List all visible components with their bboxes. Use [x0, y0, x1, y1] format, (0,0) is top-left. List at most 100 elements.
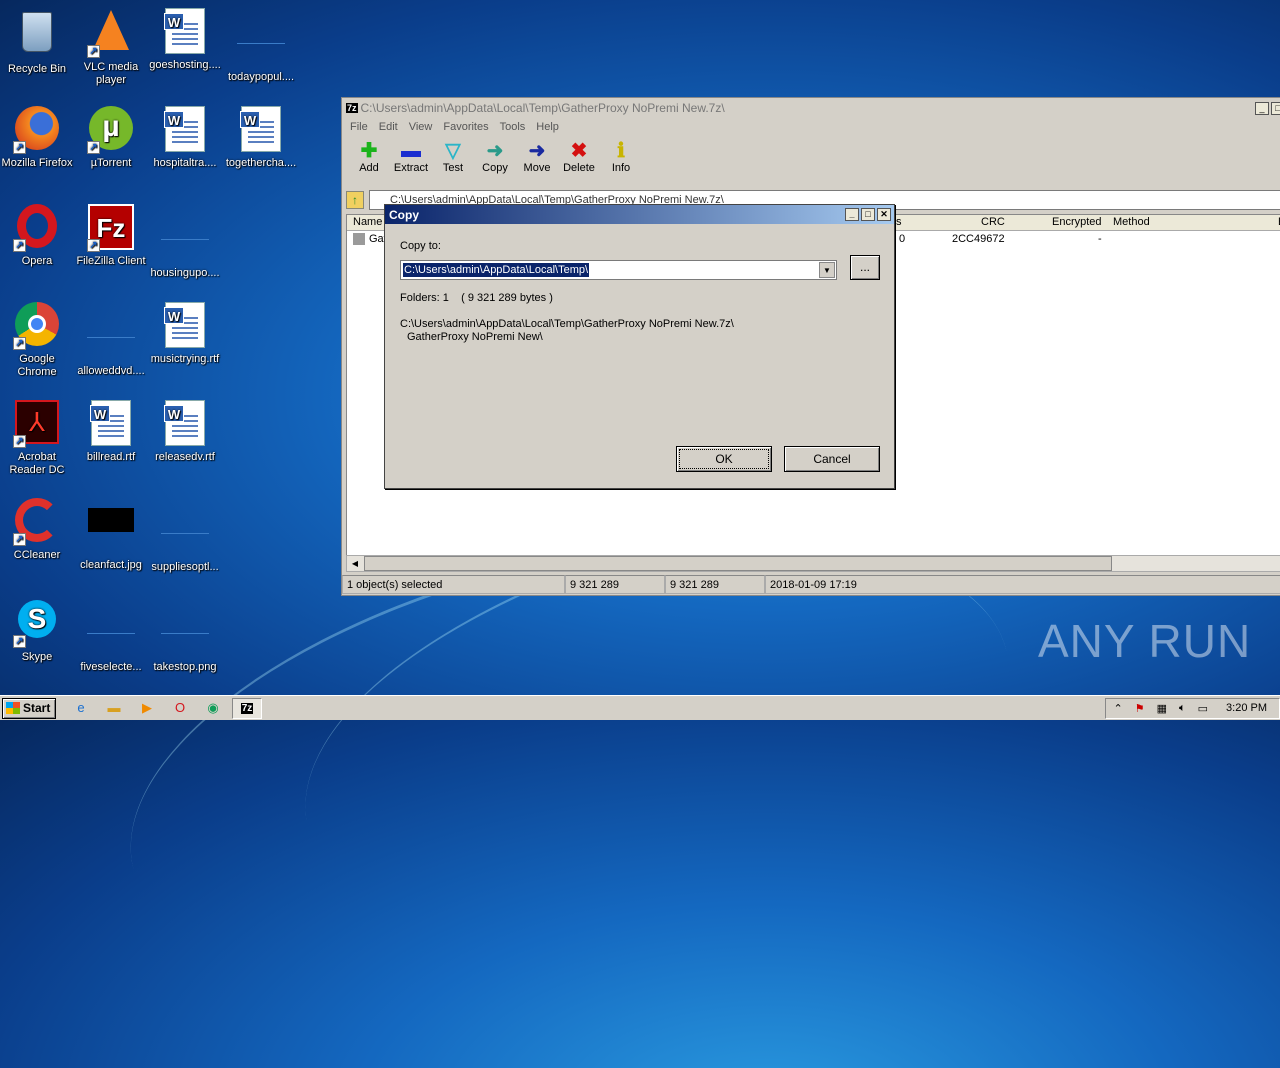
word-doc-icon: W	[161, 106, 209, 154]
desktop-icon-recycle-bin[interactable]: Recycle Bin	[0, 8, 74, 76]
desktop-icon-alloweddvd[interactable]: alloweddvd....	[74, 302, 148, 378]
col-name[interactable]: Name	[353, 216, 382, 228]
blank-file-icon	[87, 314, 135, 362]
desktop-icon-label: Opera	[21, 255, 53, 267]
desktop-icon-ccleaner[interactable]: ↗ CCleaner	[0, 498, 74, 562]
info-button[interactable]: ℹ Info	[600, 136, 642, 180]
col-crc[interactable]: CRC	[981, 216, 1005, 228]
desktop-icon-acrobat[interactable]: ⅄ ↗ Acrobat Reader DC	[0, 400, 74, 477]
ie-icon[interactable]: e	[70, 698, 92, 718]
chrome-icon: ↗	[13, 302, 61, 350]
copy-dialog: Copy _ □ ✕ Copy to: C:\Users\admin\AppDa…	[384, 204, 895, 489]
ccleaner-icon: ↗	[13, 498, 61, 546]
menu-file[interactable]: File	[350, 121, 368, 133]
desktop-icon-label: Google Chrome	[17, 353, 57, 378]
vlc-icon: ↗	[87, 10, 135, 58]
extract-button[interactable]: ▬ Extract	[390, 136, 432, 180]
cancel-button[interactable]: Cancel	[784, 446, 880, 472]
tray-expand-icon[interactable]: ⌃	[1114, 702, 1123, 715]
add-button[interactable]: ✚ Add	[348, 136, 390, 180]
word-doc-icon: W	[87, 400, 135, 448]
opera-taskbar-icon[interactable]: O	[169, 698, 191, 718]
col-size[interactable]: s	[896, 216, 902, 228]
desktop-icon-label: billread.rtf	[86, 451, 136, 463]
chevron-down-icon[interactable]: ▼	[819, 262, 835, 278]
col-method[interactable]: Method	[1113, 216, 1150, 228]
scroll-thumb[interactable]	[364, 556, 1112, 571]
copy-button[interactable]: ➜ Copy	[474, 136, 516, 180]
start-button[interactable]: Start	[2, 697, 56, 719]
tray-monitor-icon[interactable]: ▭	[1198, 702, 1208, 715]
destination-path[interactable]: C:\Users\admin\AppData\Local\Temp\	[403, 263, 590, 277]
move-button[interactable]: ➜ Move	[516, 136, 558, 180]
status-selected: 1 object(s) selected	[342, 575, 565, 594]
desktop-icon-label: todaypopul....	[227, 71, 295, 83]
folders-summary: Folders: 1 ( 9 321 289 bytes )	[400, 292, 553, 304]
desktop-icon-firefox[interactable]: ↗ Mozilla Firefox	[0, 106, 74, 170]
desktop-icon-todaypopul[interactable]: todaypopul....	[224, 8, 298, 84]
copy-to-label: Copy to:	[400, 240, 441, 252]
tray-network-icon[interactable]: ▦	[1157, 702, 1167, 715]
desktop-icon-togethercha[interactable]: W togethercha....	[224, 106, 298, 170]
source-path-line2: GatherProxy NoPremi New\	[407, 331, 543, 343]
dialog-minimize-button[interactable]: _	[845, 208, 859, 221]
menu-favorites[interactable]: Favorites	[443, 121, 488, 133]
status-bar: 1 object(s) selected 9 321 289 9 321 289…	[342, 575, 1280, 595]
up-folder-icon[interactable]: ↑	[346, 191, 364, 209]
desktop-icon-fiveselecte[interactable]: fiveselecte...	[74, 598, 148, 674]
desktop-icon-utorrent[interactable]: µ ↗ µTorrent	[74, 106, 148, 170]
explorer-icon[interactable]: ▬	[103, 698, 125, 718]
desktop-icon-chrome[interactable]: ↗ Google Chrome	[0, 302, 74, 379]
system-tray: ⌃ ⚑ ▦ 🔈︎ ▭ 3:20 PM	[1104, 697, 1280, 719]
window-titlebar: 7z C:\Users\admin\AppData\Local\Temp\Gat…	[342, 98, 1280, 118]
desktop-icon-skype[interactable]: S ↗ Skype	[0, 598, 74, 664]
desktop-icon-label: housingupo....	[150, 267, 220, 279]
copy-arrow-icon: ➜	[486, 140, 504, 162]
minus-icon: ▬	[401, 140, 421, 162]
menu-help[interactable]: Help	[536, 121, 559, 133]
source-path-line1: C:\Users\admin\AppData\Local\Temp\Gather…	[400, 318, 734, 330]
dialog-maximize-button[interactable]: □	[861, 208, 875, 221]
clock[interactable]: 3:20 PM	[1226, 702, 1267, 714]
dialog-title: Copy	[389, 207, 419, 222]
blank-file-icon	[161, 216, 209, 264]
desktop-icon-opera[interactable]: ↗ Opera	[0, 204, 74, 268]
desktop-icon-filezilla[interactable]: Fz ↗ FileZilla Client	[74, 204, 148, 268]
desktop-icon-hospitaltra[interactable]: W hospitaltra....	[148, 106, 222, 170]
desktop-icon-musictrying[interactable]: W musictrying.rtf	[148, 302, 222, 366]
tray-flag-icon[interactable]: ⚑	[1135, 702, 1145, 715]
chrome-taskbar-icon[interactable]: ◉	[202, 698, 224, 718]
destination-combobox[interactable]: C:\Users\admin\AppData\Local\Temp\ ▼	[400, 260, 837, 280]
menu-view[interactable]: View	[409, 121, 433, 133]
anyrun-watermark: ANY RUN	[1038, 615, 1252, 667]
desktop-icon-takestop[interactable]: takestop.png	[148, 598, 222, 674]
menu-tools[interactable]: Tools	[500, 121, 526, 133]
media-player-icon[interactable]: ▶	[136, 698, 158, 718]
desktop-icon-billread[interactable]: W billread.rtf	[74, 400, 148, 464]
test-button[interactable]: ▽ Test	[432, 136, 474, 180]
desktop-icon-label: alloweddvd....	[77, 365, 145, 377]
desktop-icon-suppliesoptl[interactable]: suppliesoptl...	[148, 498, 222, 574]
desktop-icon-vlc[interactable]: ↗ VLC media player	[74, 8, 148, 87]
maximize-button[interactable]: □	[1271, 101, 1280, 115]
col-encrypted[interactable]: Encrypted	[1052, 216, 1102, 228]
desktop-icon-label: hospitaltra....	[153, 157, 217, 169]
menu-bar: File Edit View Favorites Tools Help	[342, 118, 1280, 136]
desktop-icon-releasedv[interactable]: W releasedv.rtf	[148, 400, 222, 464]
desktop-icon-goeshosting[interactable]: W goeshosting....	[148, 8, 222, 72]
opera-icon: ↗	[13, 204, 61, 252]
minimize-button[interactable]: _	[1255, 101, 1269, 115]
filezilla-icon: Fz ↗	[87, 204, 135, 252]
tray-volume-icon[interactable]: 🔈︎	[1179, 702, 1186, 715]
desktop-icon-cleanfact[interactable]: cleanfact.jpg	[74, 498, 148, 572]
taskbar-sevenzip-button[interactable]: 7z	[232, 697, 262, 719]
dialog-close-button[interactable]: ✕	[877, 208, 891, 221]
delete-button[interactable]: ✖ Delete	[558, 136, 600, 180]
desktop-icon-housingupo[interactable]: housingupo....	[148, 204, 222, 280]
scroll-left-arrow[interactable]: ◀	[347, 556, 363, 571]
horizontal-scrollbar[interactable]: ◀	[346, 555, 1280, 572]
taskbar: Start e ▬ ▶ O ◉ 7z ⌃ ⚑ ▦ 🔈︎ ▭ 3:20 PM	[0, 695, 1280, 720]
browse-button[interactable]: ...	[850, 255, 880, 280]
ok-button[interactable]: OK	[676, 446, 772, 472]
menu-edit[interactable]: Edit	[379, 121, 398, 133]
